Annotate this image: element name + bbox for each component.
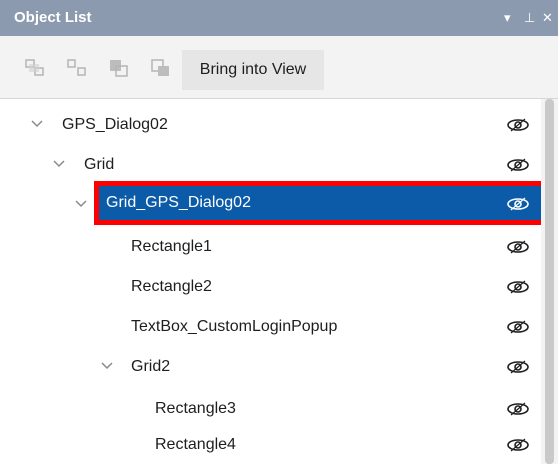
chevron-down-icon[interactable] <box>74 197 88 211</box>
object-list-panel: Object List ▾ ⊥ ✕ Bring into View GPS_Di… <box>0 0 558 464</box>
close-icon[interactable]: ✕ <box>542 8 553 28</box>
tree-item-label: Grid_GPS_Dialog02 <box>106 194 251 211</box>
panel-title: Object List <box>14 9 92 26</box>
tree-item[interactable]: Rectangle2 <box>0 267 541 307</box>
tree-item[interactable]: Rectangle4 <box>0 425 541 465</box>
eye-icon[interactable] <box>506 157 530 173</box>
tree-item[interactable]: GPS_Dialog02 <box>0 105 541 145</box>
tree-item[interactable]: Grid <box>0 145 541 185</box>
tree-item-label: Rectangle1 <box>131 238 212 255</box>
tree-item-label: GPS_Dialog02 <box>62 116 168 133</box>
tree-item-label: Rectangle2 <box>131 278 212 295</box>
ungroup-icon[interactable] <box>66 58 88 78</box>
chevron-down-icon[interactable] <box>52 157 66 171</box>
tree-item-label: Grid2 <box>131 358 171 375</box>
eye-icon[interactable] <box>506 319 530 335</box>
object-tree: GPS_Dialog02 Grid Grid_GPS_Dialog02 Rect… <box>0 99 544 465</box>
eye-icon[interactable] <box>506 117 530 133</box>
tree-item-label: Rectangle4 <box>155 436 236 453</box>
chevron-down-icon[interactable] <box>100 359 114 373</box>
tree-item[interactable]: Grid2 <box>0 347 541 387</box>
panel-titlebar: Object List ▾ ⊥ ✕ <box>0 0 558 36</box>
dropdown-icon[interactable]: ▾ <box>504 8 511 28</box>
tree-item-label: TextBox_CustomLoginPopup <box>131 318 338 335</box>
vertical-scrollbar[interactable] <box>541 99 558 464</box>
group-icon[interactable] <box>24 58 46 78</box>
chevron-down-icon[interactable] <box>30 117 44 131</box>
eye-icon[interactable] <box>506 196 530 212</box>
eye-icon[interactable] <box>506 437 530 453</box>
tree-item[interactable]: Rectangle1 <box>0 227 541 267</box>
pin-icon[interactable]: ⊥ <box>524 8 535 28</box>
eye-icon[interactable] <box>506 359 530 375</box>
tree-item-label: Grid <box>84 156 115 173</box>
tree-item-label: Rectangle3 <box>155 400 236 417</box>
tree-item[interactable]: Rectangle3 <box>0 389 541 429</box>
bring-forward-icon[interactable] <box>108 58 130 78</box>
send-backward-icon[interactable] <box>150 58 172 78</box>
eye-icon[interactable] <box>506 239 530 255</box>
eye-icon[interactable] <box>506 401 530 417</box>
bring-into-view-button[interactable]: Bring into View <box>182 50 324 90</box>
scrollbar-thumb[interactable] <box>545 99 554 464</box>
tree-item-selected[interactable]: Grid_GPS_Dialog02 <box>0 181 544 225</box>
eye-icon[interactable] <box>506 279 530 295</box>
tree-item[interactable]: TextBox_CustomLoginPopup <box>0 307 541 347</box>
